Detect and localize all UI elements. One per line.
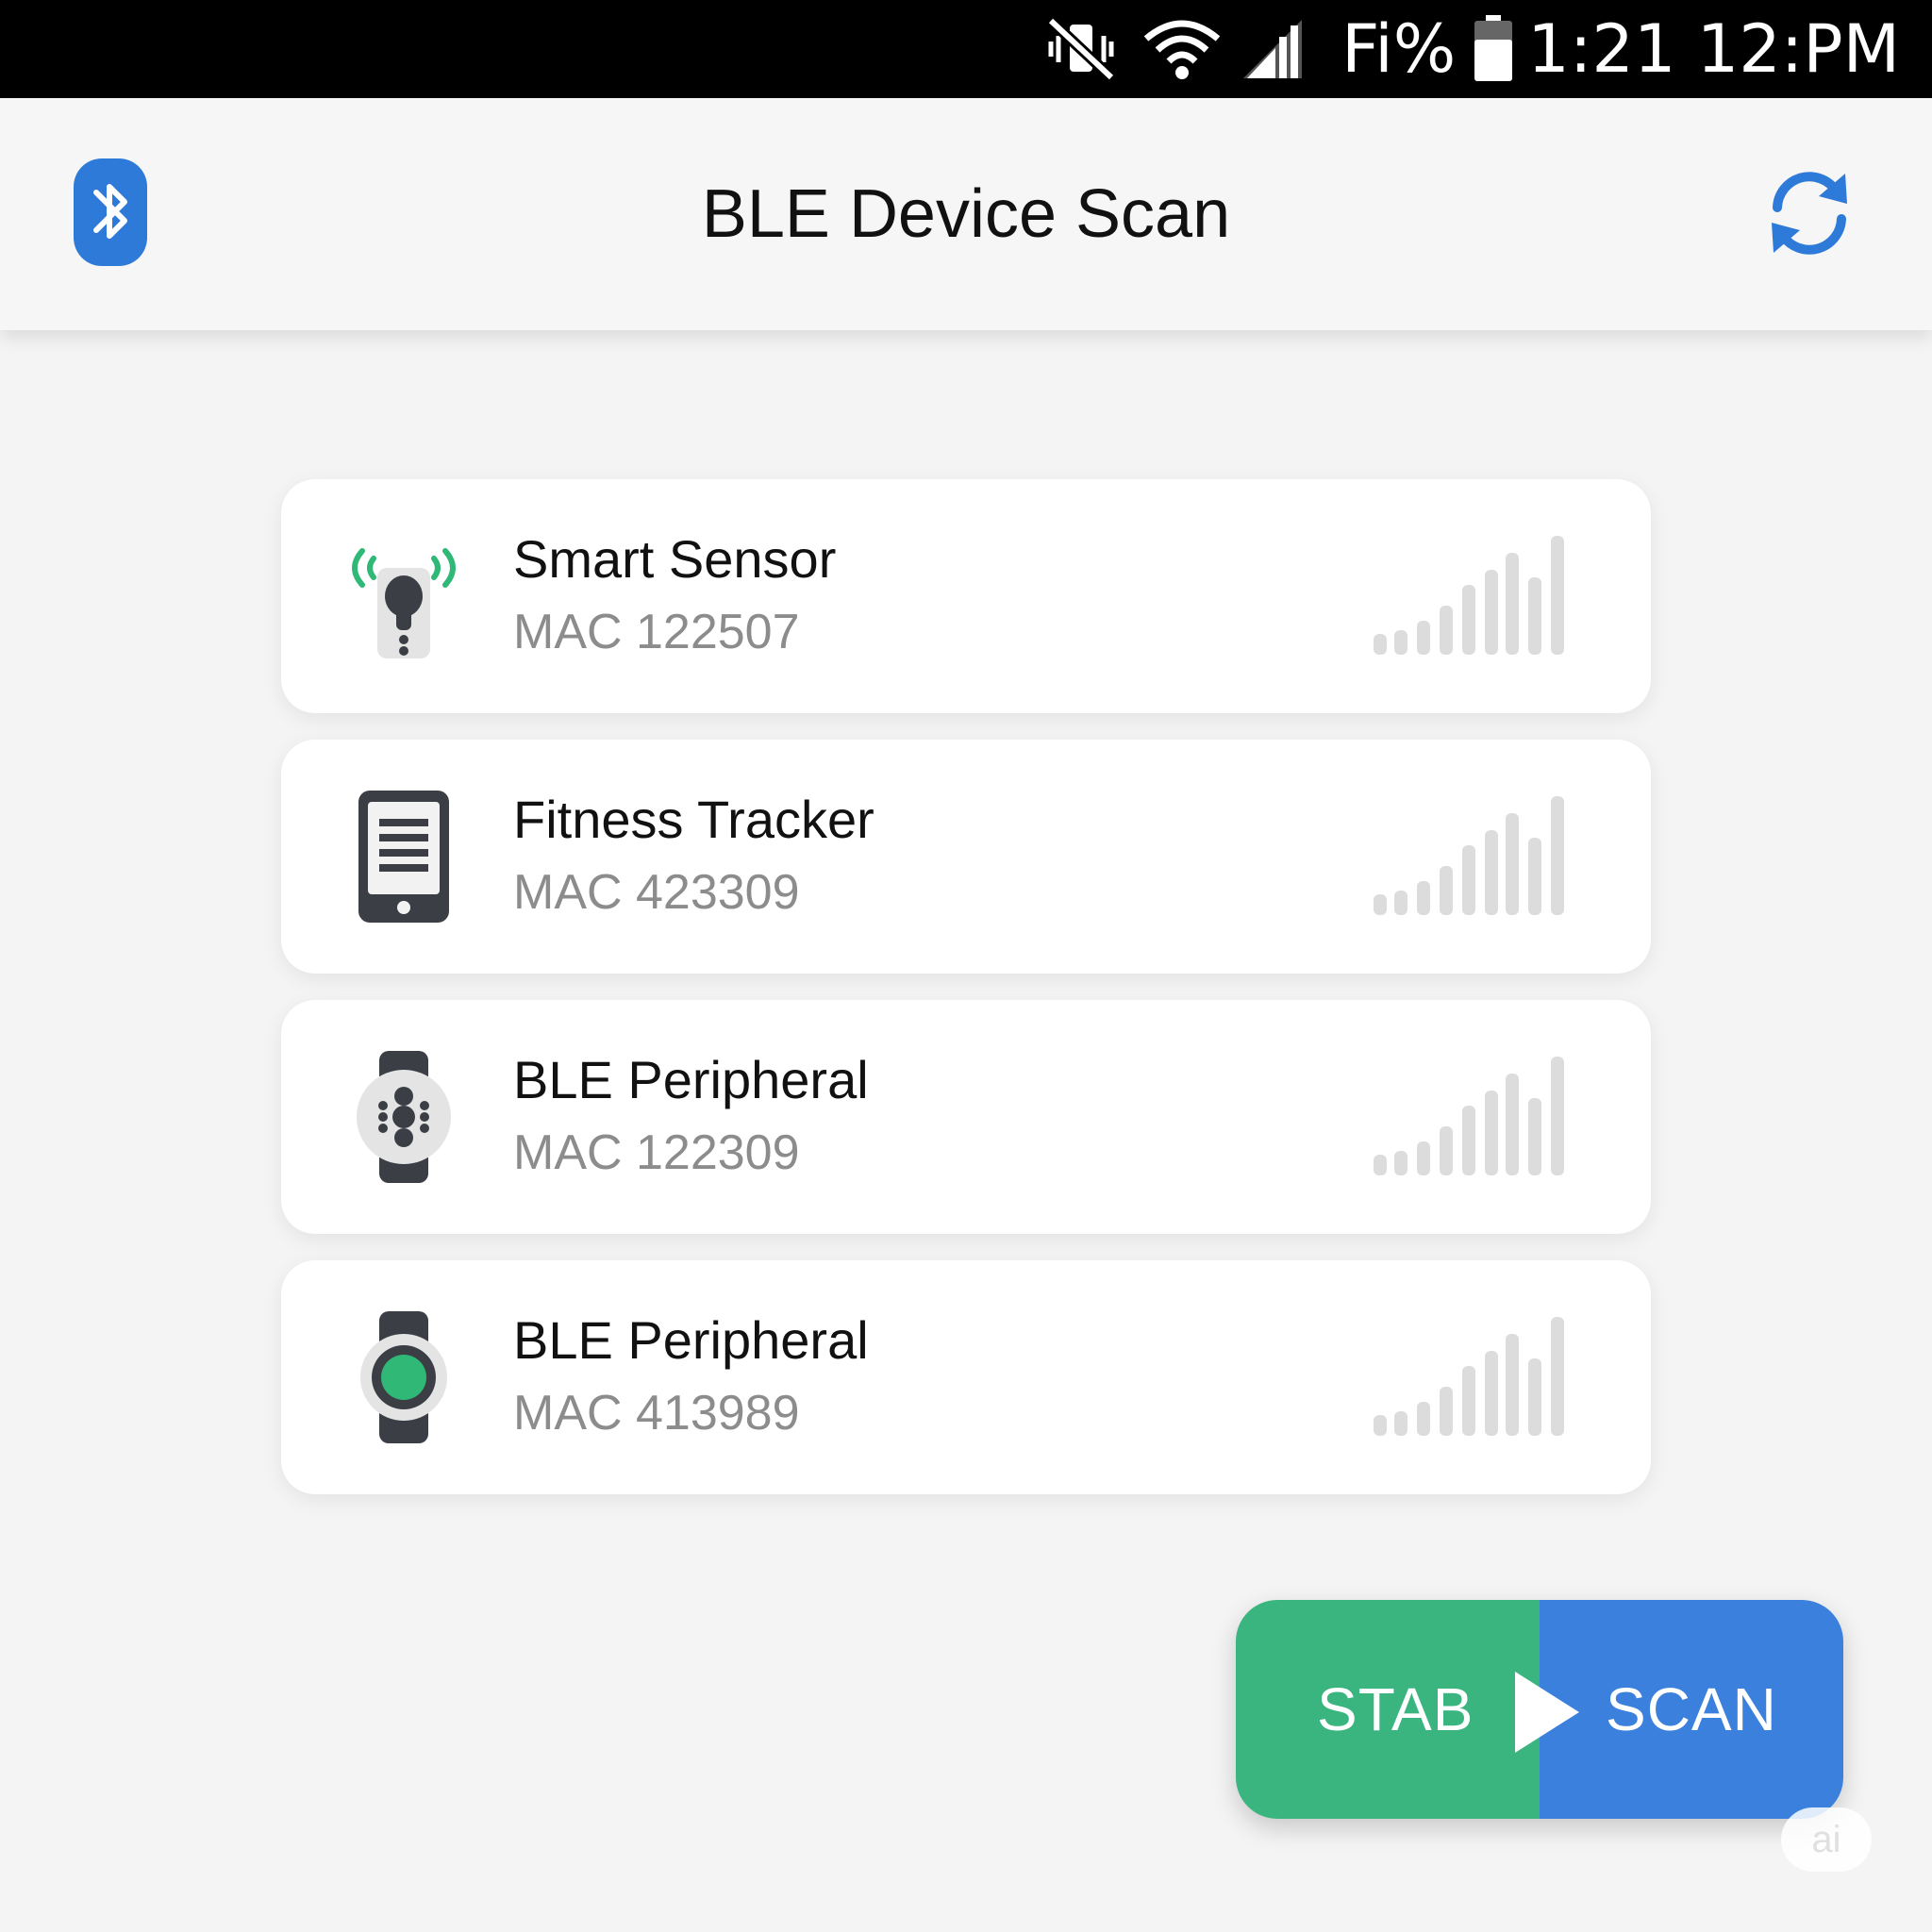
smart-sensor-icon [338, 530, 470, 662]
wifi-icon [1141, 16, 1223, 82]
signal-strength-icon [1374, 1053, 1591, 1177]
fitness-tracker-icon [338, 791, 470, 923]
page-title: BLE Device Scan [701, 176, 1231, 252]
signal-strength-icon [1374, 792, 1591, 917]
device-card-smart-sensor[interactable]: Smart Sensor MAC 122507 [281, 479, 1651, 713]
device-name: Fitness Tracker [513, 790, 874, 849]
device-mac: MAC 423309 [513, 865, 800, 920]
device-mac: MAC 413989 [513, 1386, 800, 1441]
device-mac: MAC 122507 [513, 605, 800, 659]
carrier-text: Fi% [1341, 10, 1457, 88]
signal-strength-icon [1374, 532, 1591, 657]
stab-label: STAB [1317, 1675, 1474, 1743]
refresh-icon[interactable] [1762, 166, 1857, 260]
cell-signal-icon [1240, 16, 1306, 82]
device-list: Smart Sensor MAC 122507 Fitness Tracker … [281, 479, 1651, 1521]
signal-strength-icon [1374, 1313, 1591, 1438]
status-bar: Fi% 1:21 12:PM [0, 0, 1932, 98]
bluetooth-icon[interactable] [74, 158, 147, 266]
device-name: Smart Sensor [513, 529, 837, 589]
app-screen: Fi% 1:21 12:PM BLE Device Scan Smart Sen… [0, 0, 1932, 1932]
status-bar-right: Fi% 1:21 12:PM [1045, 0, 1900, 98]
device-name: BLE Peripheral [513, 1050, 869, 1109]
device-mac: MAC 122309 [513, 1125, 800, 1180]
battery-icon [1473, 15, 1514, 83]
status-time: 1:21 12:PM [1527, 10, 1900, 88]
play-icon [1509, 1672, 1585, 1753]
app-bar: BLE Device Scan [0, 98, 1932, 330]
device-card-fitness-tracker[interactable]: Fitness Tracker MAC 423309 [281, 740, 1651, 974]
ai-watermark: ai [1781, 1807, 1872, 1872]
device-card-ble-peripheral-2[interactable]: BLE Peripheral MAC 413989 [281, 1260, 1651, 1494]
watch-dots-icon [338, 1051, 470, 1183]
scan-label: SCAN [1606, 1675, 1777, 1743]
mute-vibrate-icon [1045, 15, 1117, 83]
watch-green-icon [338, 1311, 470, 1443]
device-name: BLE Peripheral [513, 1310, 869, 1370]
device-card-ble-peripheral-1[interactable]: BLE Peripheral MAC 122309 [281, 1000, 1651, 1234]
scan-button[interactable]: STAB SCAN [1236, 1600, 1843, 1819]
